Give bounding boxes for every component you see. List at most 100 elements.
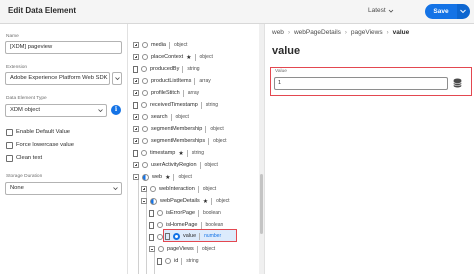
extension-dropdown[interactable]: Adobe Experience Platform Web SDK xyxy=(5,72,110,85)
breadcrumb-current: value xyxy=(392,29,410,36)
radio-icon[interactable] xyxy=(150,186,156,192)
tree-row-timestamp[interactable]: timestamp ★ string xyxy=(133,147,204,159)
radio-icon[interactable] xyxy=(142,42,148,48)
enable-default-value-label: Enable Default Value xyxy=(16,129,71,135)
name-field[interactable]: [XDM] pageview xyxy=(5,41,122,54)
type-label: Data Element Type xyxy=(6,96,47,101)
force-lowercase-checkbox[interactable] xyxy=(6,142,13,149)
clean-text-checkbox[interactable] xyxy=(6,155,13,162)
clean-text-label: Clean text xyxy=(16,155,43,161)
radio-icon[interactable] xyxy=(142,90,148,96)
radio-icon[interactable] xyxy=(158,246,164,252)
expand-icon[interactable] xyxy=(133,162,139,168)
collapse-icon[interactable] xyxy=(133,174,139,180)
document-icon xyxy=(157,257,162,265)
extension-label: Extension xyxy=(6,65,28,70)
tree-row-webinteraction[interactable]: webInteraction object xyxy=(141,183,216,195)
extension-dropdown-toggle[interactable] xyxy=(112,72,122,85)
expand-icon[interactable] xyxy=(133,78,139,84)
document-icon xyxy=(133,101,138,109)
extension-value: Adobe Experience Platform Web SDK xyxy=(10,75,108,81)
left-panel: Name [XDM] pageview Extension Adobe Expe… xyxy=(0,24,128,274)
right-panel: web › webPageDetails › pageViews › value… xyxy=(264,24,474,274)
chevron-down-icon xyxy=(113,187,118,191)
tree-row-segmentmembership[interactable]: segmentMembership object xyxy=(133,123,224,135)
breadcrumb-item[interactable]: webPageDetails xyxy=(294,29,341,36)
force-lowercase-label: Force lowercase value xyxy=(16,142,74,148)
document-icon xyxy=(133,149,138,157)
breadcrumb-separator-icon: › xyxy=(386,29,389,36)
type-dropdown[interactable]: XDM object xyxy=(5,104,107,117)
tree-row-receivedtimestamp[interactable]: receivedTimestamp string xyxy=(133,99,218,111)
chevron-down-icon[interactable] xyxy=(388,8,394,14)
radio-icon[interactable] xyxy=(142,114,148,120)
radio-icon[interactable] xyxy=(142,54,148,60)
enable-default-value-checkbox[interactable] xyxy=(6,129,13,136)
name-label: Name xyxy=(6,34,19,39)
scrollbar-thumb[interactable] xyxy=(260,174,263,234)
tree-row-profilestitch[interactable]: profileStitch array xyxy=(133,87,199,99)
breadcrumb-item[interactable]: pageViews xyxy=(351,29,383,36)
value-field-group: Value 1 xyxy=(270,67,472,96)
tree-guide xyxy=(138,174,139,274)
star-icon: ★ xyxy=(178,150,184,157)
info-icon[interactable]: i xyxy=(111,105,121,115)
breadcrumb-separator-icon: › xyxy=(344,29,347,36)
expand-icon[interactable] xyxy=(141,186,147,192)
tree-row-producedby[interactable]: producedBy string xyxy=(133,63,200,75)
storage-value: None xyxy=(10,185,24,191)
tree-row-media[interactable]: media object xyxy=(133,39,187,51)
tree-row-pageviews[interactable]: pageViews object xyxy=(149,243,215,255)
breadcrumb-item[interactable]: web xyxy=(272,29,284,36)
tree-row-useractivityregion[interactable]: userActivityRegion object xyxy=(133,159,218,171)
page-title: Edit Data Element xyxy=(8,6,77,15)
expand-icon[interactable] xyxy=(133,126,139,132)
chevron-down-icon xyxy=(460,9,466,14)
radio-icon[interactable] xyxy=(157,222,163,228)
expand-icon[interactable] xyxy=(133,42,139,48)
storage-dropdown[interactable]: None xyxy=(5,182,122,195)
radio-icon[interactable] xyxy=(157,210,163,216)
tree-row-webpagedetails[interactable]: webPageDetails ★ object xyxy=(141,195,229,207)
breadcrumb: web › webPageDetails › pageViews › value xyxy=(272,29,409,36)
tree-row-productlistitems[interactable]: productListItems array xyxy=(133,75,211,87)
value-input[interactable]: 1 xyxy=(274,77,448,90)
expand-icon[interactable] xyxy=(133,138,139,144)
document-icon xyxy=(133,65,138,73)
breadcrumb-separator-icon: › xyxy=(287,29,290,36)
tree-row-search[interactable]: search object xyxy=(133,111,189,123)
save-menu-button[interactable] xyxy=(457,4,470,19)
tree-row-iserrorpage[interactable]: isErrorPage boolean xyxy=(149,207,221,219)
version-select[interactable]: Latest xyxy=(368,7,386,14)
radio-icon[interactable] xyxy=(141,102,147,108)
database-icon[interactable] xyxy=(453,78,462,88)
save-button[interactable]: Save xyxy=(425,4,457,19)
partial-select-icon[interactable] xyxy=(142,173,149,181)
expand-icon[interactable] xyxy=(133,54,139,60)
star-icon: ★ xyxy=(202,198,209,205)
value-label: Value xyxy=(275,69,287,74)
star-icon: ★ xyxy=(165,174,171,181)
document-icon xyxy=(149,221,154,229)
radio-icon[interactable] xyxy=(165,258,171,264)
radio-icon[interactable] xyxy=(142,138,148,144)
expand-icon[interactable] xyxy=(133,114,139,120)
radio-icon[interactable] xyxy=(141,150,147,156)
collapse-icon[interactable] xyxy=(149,246,155,252)
tree-row-id[interactable]: id string xyxy=(157,255,199,267)
radio-icon[interactable] xyxy=(142,162,148,168)
tree-row-placecontext[interactable]: placeContext ★ object xyxy=(133,51,213,63)
expand-icon[interactable] xyxy=(133,90,139,96)
radio-icon[interactable] xyxy=(142,126,148,132)
header: Edit Data Element Latest Save xyxy=(0,0,474,24)
radio-icon[interactable] xyxy=(141,66,147,72)
radio-icon[interactable] xyxy=(142,78,148,84)
storage-label: Storage Duration xyxy=(6,174,43,179)
tree-row-web[interactable]: web ★ object xyxy=(133,171,192,183)
tree-row-value[interactable]: value number xyxy=(165,230,221,242)
tree-row-segmentmemberships[interactable]: segmentMemberships object xyxy=(133,135,226,147)
partial-select-icon[interactable] xyxy=(150,197,157,205)
collapse-icon[interactable] xyxy=(141,198,147,204)
radio-selected-icon[interactable] xyxy=(173,232,180,240)
chevron-down-icon xyxy=(115,77,120,81)
